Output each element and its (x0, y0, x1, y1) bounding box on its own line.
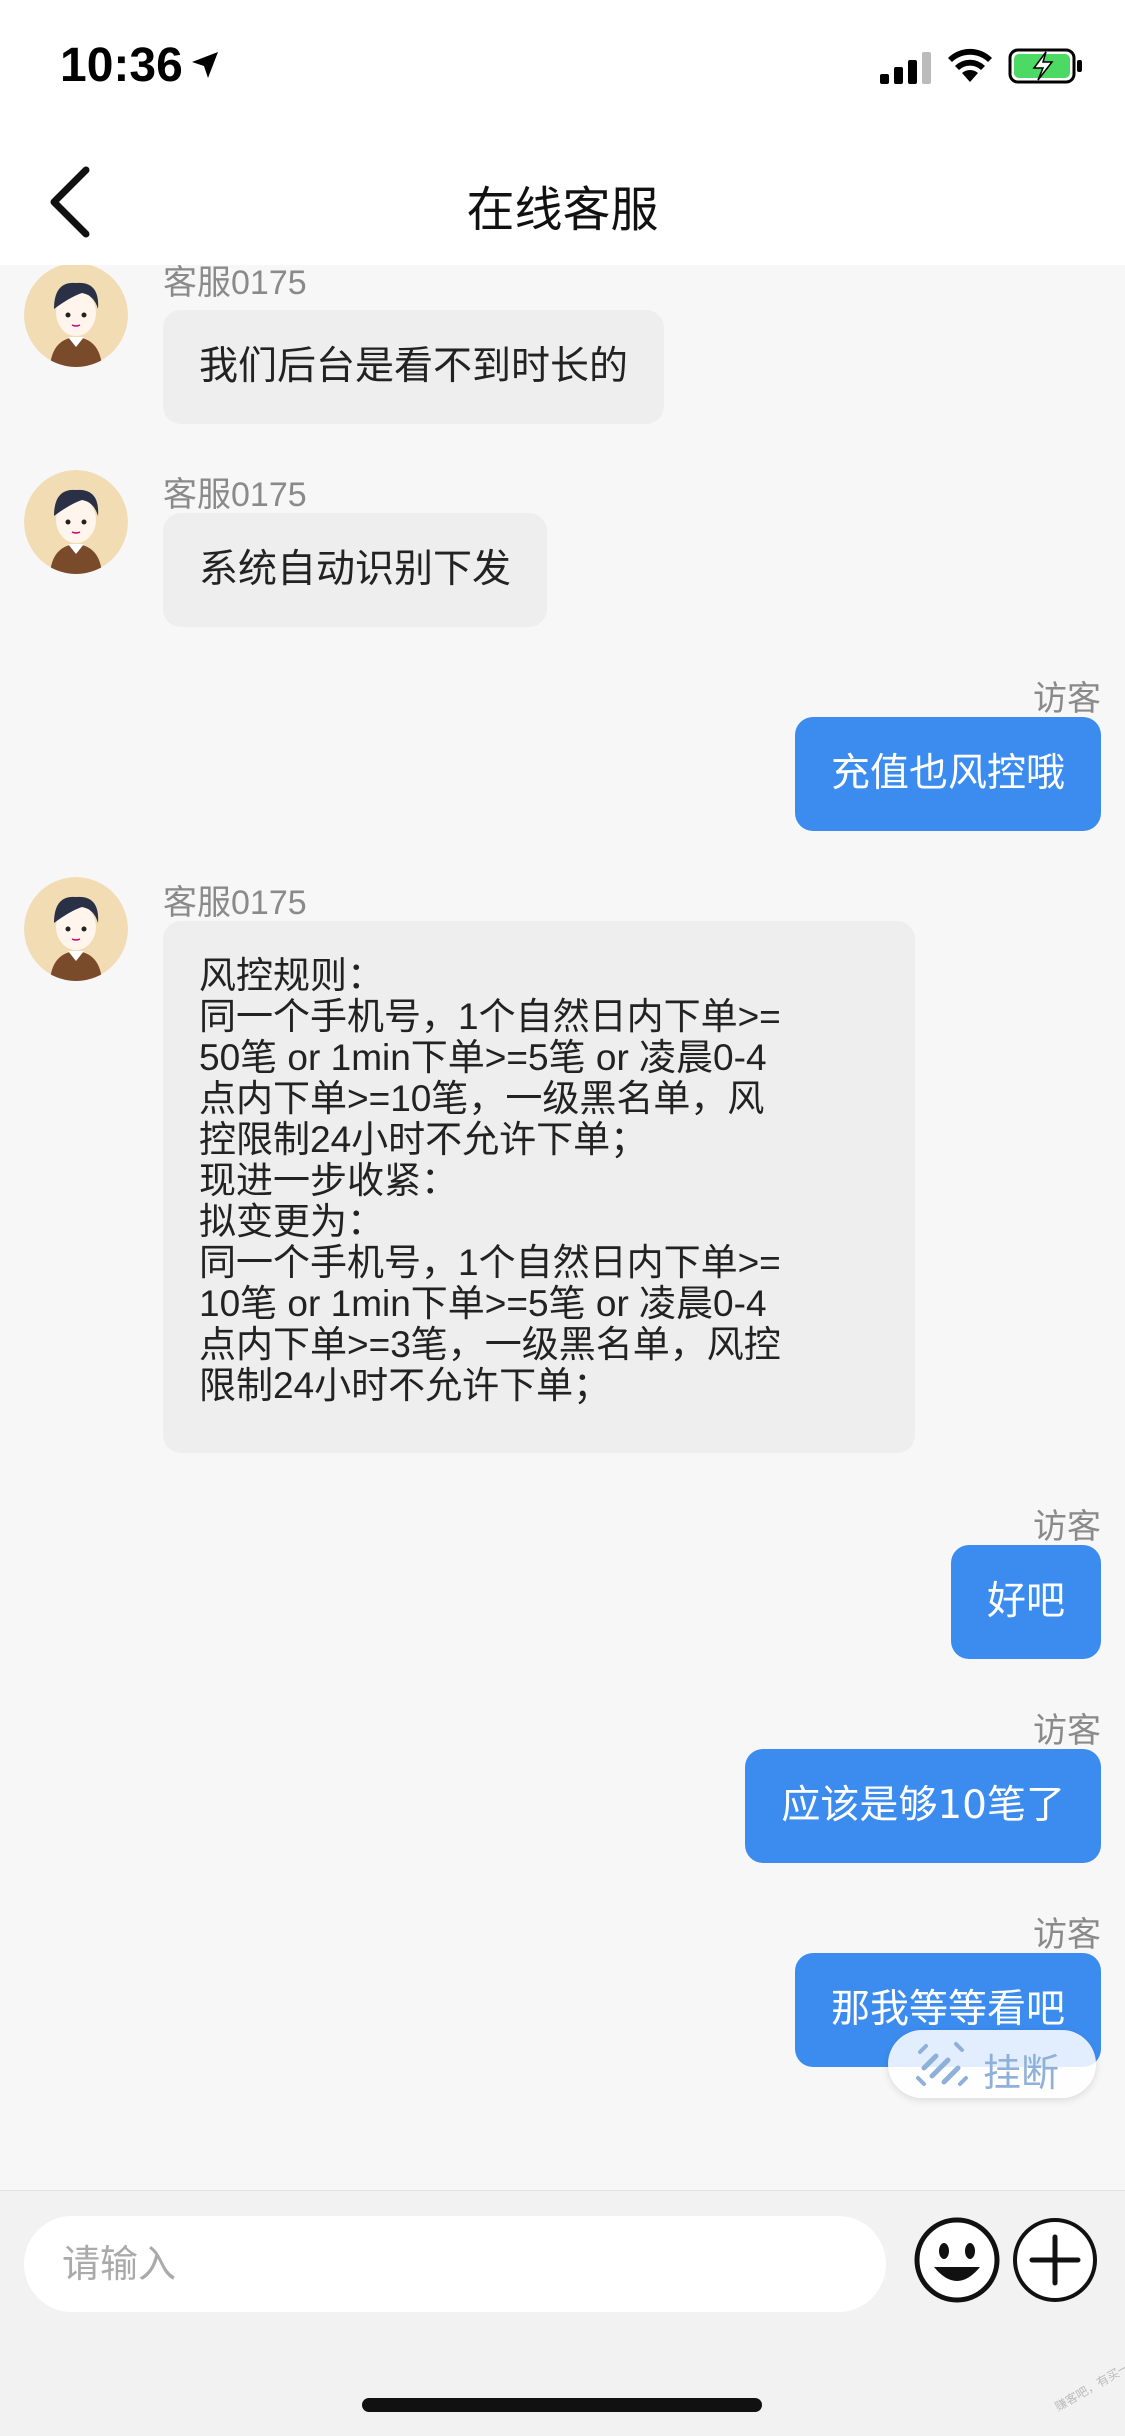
location-arrow-icon (192, 52, 218, 78)
emoji-icon (914, 2217, 1000, 2303)
wifi-icon (948, 48, 992, 82)
message-bubble: 系统自动识别下发 (163, 513, 548, 627)
sender-name: 访客 (1033, 1508, 1101, 1546)
message-bubble: 充值也风控哦 (794, 717, 1101, 831)
message-bubble: 我们后台是看不到时长的 (163, 310, 665, 424)
status-time: 10:36 (60, 39, 183, 92)
hangup-label: 挂断 (983, 2051, 1060, 2095)
sender-name: 访客 (1033, 680, 1101, 718)
sender-name: 客服0175 (163, 884, 307, 922)
page-title: 在线客服 (466, 182, 659, 238)
message-bubble: 应该是够10笔了 (745, 1749, 1101, 1863)
sender-name: 访客 (1033, 1712, 1101, 1750)
sender-name: 客服0175 (163, 476, 307, 514)
message-list[interactable]: 客服0175 我们后台是看不到时长的 客服0175 系统自动识别下发 访客 充值… (0, 265, 1125, 2190)
home-indicator[interactable] (362, 2398, 762, 2412)
agent-avatar-icon (24, 265, 128, 367)
emoji-button[interactable] (912, 2215, 1002, 2305)
status-bar: 10:36 (0, 0, 1125, 140)
agent-avatar-icon (24, 470, 128, 574)
message-bubble: 风控规则： 同一个手机号，1个自然日内下单>= 50笔 or 1min下单>=5… (163, 921, 915, 1453)
plus-icon (1013, 2218, 1097, 2302)
chat-screen: 10:36 在线客服 客服0175 我们后台是看不到时长的 客服0175 系统自… (0, 0, 1125, 2436)
message-bubble: 好吧 (950, 1545, 1101, 1659)
signal-icon (880, 52, 931, 84)
agent-avatar-icon (24, 877, 128, 981)
hangup-icon (916, 2042, 968, 2086)
sender-name: 访客 (1033, 1916, 1101, 1954)
plus-button[interactable] (1010, 2215, 1100, 2305)
sender-name: 客服0175 (163, 265, 307, 302)
hangup-button[interactable]: 挂断 (888, 2030, 1096, 2098)
bottom-safe-area (0, 2330, 1125, 2436)
battery-charging-icon (1008, 48, 1082, 84)
nav-bar: 在线客服 (0, 140, 1125, 265)
message-input[interactable] (24, 2216, 886, 2312)
input-bar (0, 2190, 1125, 2330)
